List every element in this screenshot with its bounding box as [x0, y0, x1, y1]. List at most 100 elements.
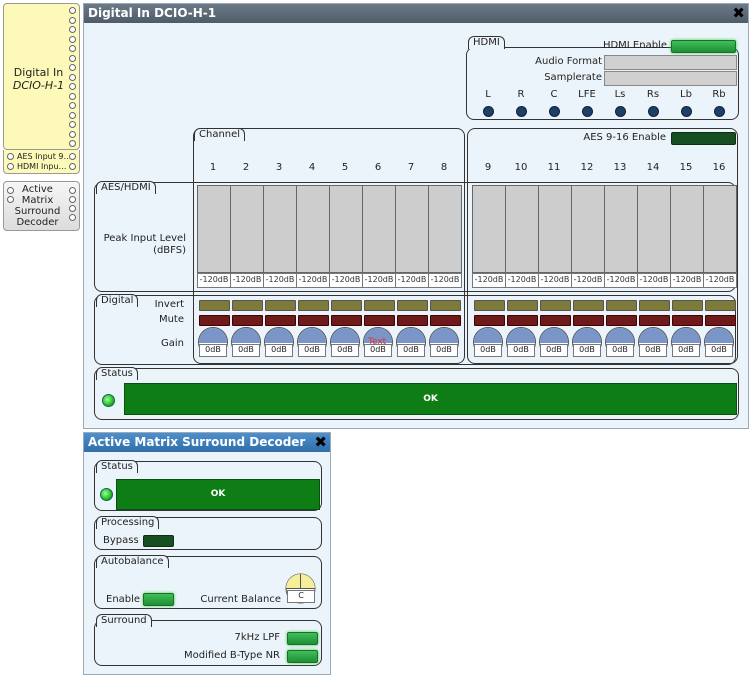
- amsd-title-bar[interactable]: Active Matrix Surround Decoder ✖: [84, 433, 330, 452]
- output-pin[interactable]: [69, 153, 76, 160]
- mute-button[interactable]: [364, 315, 395, 326]
- gain-knob[interactable]: 0dB: [396, 327, 426, 357]
- invert-button[interactable]: [331, 300, 362, 311]
- invert-button[interactable]: [672, 300, 703, 311]
- output-pin[interactable]: [69, 73, 76, 81]
- mute-button[interactable]: [298, 315, 329, 326]
- invert-button[interactable]: [397, 300, 428, 311]
- autobalance-enable-button[interactable]: [143, 593, 174, 606]
- output-pin[interactable]: [69, 64, 76, 71]
- mute-button[interactable]: [639, 315, 670, 326]
- output-pin[interactable]: [69, 7, 76, 14]
- output-pin[interactable]: [69, 163, 76, 170]
- enable-label: Enable: [106, 594, 141, 605]
- invert-button[interactable]: [705, 300, 736, 311]
- amsd-line2: Matrix: [21, 195, 54, 206]
- output-pin[interactable]: [69, 121, 76, 128]
- invert-button[interactable]: [232, 300, 263, 311]
- channel-number: 2: [242, 162, 250, 173]
- mute-button[interactable]: [430, 315, 461, 326]
- output-pin[interactable]: [69, 111, 76, 119]
- invert-button[interactable]: [474, 300, 505, 311]
- output-pin[interactable]: [69, 140, 76, 147]
- block-title-line1: Digital In: [13, 66, 64, 79]
- output-pin[interactable]: [69, 102, 76, 109]
- channel-tab: Channel: [194, 128, 246, 141]
- invert-button[interactable]: [573, 300, 604, 311]
- channel-number: 1: [209, 162, 217, 173]
- hdmi-channel-label: C: [550, 89, 558, 100]
- mute-button[interactable]: [705, 315, 736, 326]
- gain-knob[interactable]: 0dB: [473, 327, 503, 357]
- mute-button[interactable]: [397, 315, 428, 326]
- output-pin[interactable]: [69, 196, 76, 203]
- gain-knob[interactable]: 0dB: [638, 327, 668, 357]
- mute-button[interactable]: [199, 315, 230, 326]
- gain-knob[interactable]: 0dB: [572, 327, 602, 357]
- input-pin[interactable]: [7, 163, 14, 170]
- gain-knob[interactable]: 0dB: [330, 327, 360, 357]
- amsd-window-title: Active Matrix Surround Decoder: [88, 435, 306, 449]
- amsd-block[interactable]: Active Matrix Surround Decoder: [3, 181, 80, 231]
- input-pin[interactable]: [7, 196, 14, 203]
- invert-button[interactable]: [606, 300, 637, 311]
- channel-number: 12: [580, 162, 594, 173]
- balance-knob[interactable]: C: [285, 573, 316, 604]
- output-pin[interactable]: [69, 130, 76, 138]
- invert-button[interactable]: [507, 300, 538, 311]
- output-pin[interactable]: [69, 26, 76, 33]
- gain-knob[interactable]: 0dB: [506, 327, 536, 357]
- gain-knob[interactable]: 0dB: [198, 327, 228, 357]
- gain-knob[interactable]: 0dB: [605, 327, 635, 357]
- hdmi-enable-button[interactable]: [671, 40, 736, 53]
- peak-meter-value: -120dB: [703, 273, 737, 288]
- output-pin[interactable]: [69, 16, 76, 24]
- gain-knob[interactable]: 0dB: [429, 327, 459, 357]
- output-pin[interactable]: [69, 35, 76, 43]
- invert-button[interactable]: [364, 300, 395, 311]
- mute-button[interactable]: [331, 315, 362, 326]
- close-icon[interactable]: ✖: [314, 434, 327, 450]
- hdmi-channel-led: [615, 106, 626, 117]
- gain-knob[interactable]: 0dB: [297, 327, 327, 357]
- lpf-button[interactable]: [287, 632, 318, 645]
- output-pin[interactable]: [69, 54, 76, 62]
- window-title-bar[interactable]: Digital In DCIO-H-1 ✖: [84, 4, 748, 23]
- mute-button[interactable]: [265, 315, 296, 326]
- mute-button[interactable]: [540, 315, 571, 326]
- close-icon[interactable]: ✖: [732, 5, 745, 21]
- mute-button[interactable]: [606, 315, 637, 326]
- digital-in-inputs[interactable]: AES Input 9… HDMI Inpu…: [3, 150, 80, 174]
- output-pin[interactable]: [69, 45, 76, 52]
- mute-button[interactable]: [232, 315, 263, 326]
- invert-button[interactable]: [639, 300, 670, 311]
- hdmi-channel-led: [681, 106, 692, 117]
- gain-knob[interactable]: 0dB: [231, 327, 261, 357]
- gain-knob[interactable]: 0dB: [704, 327, 734, 357]
- output-pin[interactable]: [69, 92, 76, 100]
- invert-button[interactable]: [430, 300, 461, 311]
- digital-in-block[interactable]: Digital In DCIO-H-1: [3, 3, 80, 150]
- mute-button[interactable]: [507, 315, 538, 326]
- gain-knob[interactable]: 0dB: [671, 327, 701, 357]
- bypass-button[interactable]: [143, 535, 174, 547]
- nr-button[interactable]: [287, 650, 318, 663]
- aes-enable-button[interactable]: [671, 132, 736, 145]
- output-pin[interactable]: [69, 214, 76, 221]
- gain-knob[interactable]: 0dB: [539, 327, 569, 357]
- output-pin[interactable]: [69, 205, 76, 212]
- invert-button[interactable]: [540, 300, 571, 311]
- hdmi-channel-label: Lb: [680, 89, 692, 100]
- invert-button[interactable]: [265, 300, 296, 311]
- mute-button[interactable]: [474, 315, 505, 326]
- invert-button[interactable]: [298, 300, 329, 311]
- input-pin[interactable]: [7, 153, 14, 160]
- input-pin[interactable]: [7, 187, 14, 194]
- processing-tab: Processing: [96, 516, 160, 529]
- mute-button[interactable]: [672, 315, 703, 326]
- mute-button[interactable]: [573, 315, 604, 326]
- invert-button[interactable]: [199, 300, 230, 311]
- output-pin[interactable]: [69, 187, 76, 194]
- output-pin[interactable]: [69, 83, 76, 90]
- gain-knob[interactable]: 0dB: [264, 327, 294, 357]
